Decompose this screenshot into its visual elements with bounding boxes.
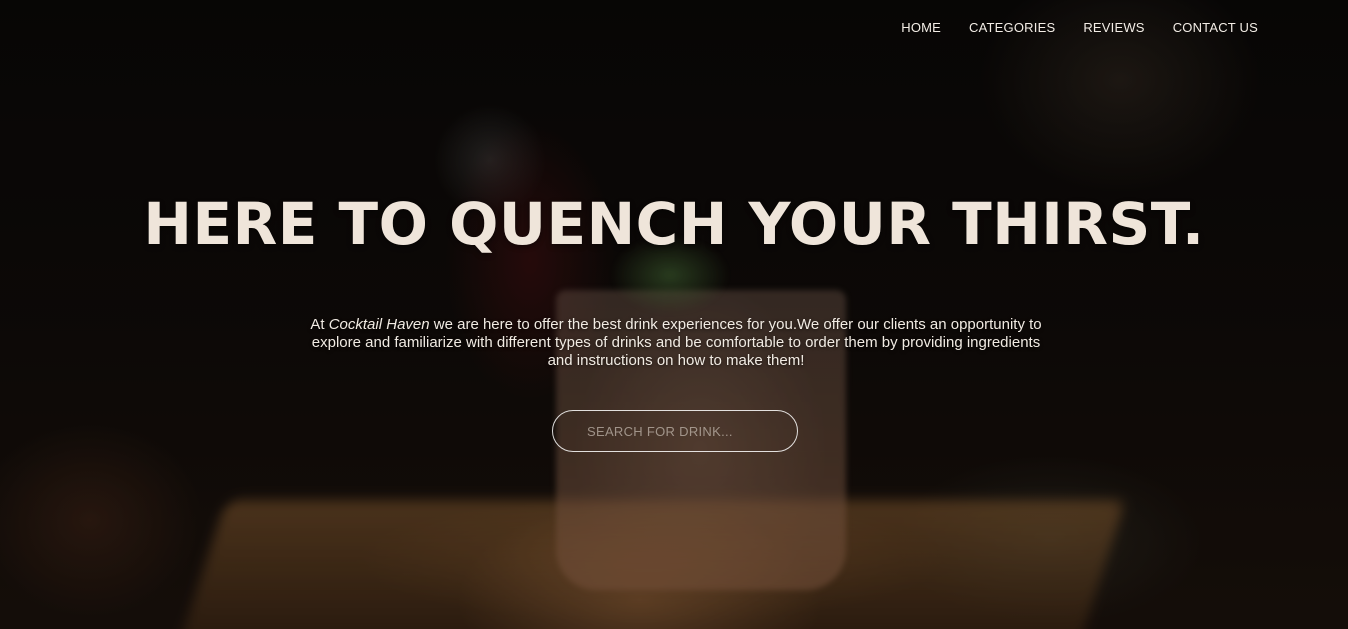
lead-prefix: At — [310, 316, 329, 333]
nav-home-link[interactable]: HOME — [901, 20, 941, 35]
drink-search-input[interactable] — [552, 410, 798, 452]
hero-description: At Cocktail Haven we are here to offer t… — [300, 316, 1052, 370]
dark-overlay — [0, 0, 1348, 629]
hero-section: HOME CATEGORIES REVIEWS CONTACT US HERE … — [0, 0, 1348, 629]
hero-headline: HERE TO QUENCH YOUR THIRST. — [143, 190, 1205, 258]
brand-name: Cocktail Haven — [328, 316, 430, 333]
nav-categories-link[interactable]: CATEGORIES — [969, 20, 1055, 35]
main-nav: HOME CATEGORIES REVIEWS CONTACT US — [901, 20, 1258, 35]
nav-contact-link[interactable]: CONTACT US — [1173, 20, 1258, 35]
nav-reviews-link[interactable]: REVIEWS — [1083, 20, 1144, 35]
